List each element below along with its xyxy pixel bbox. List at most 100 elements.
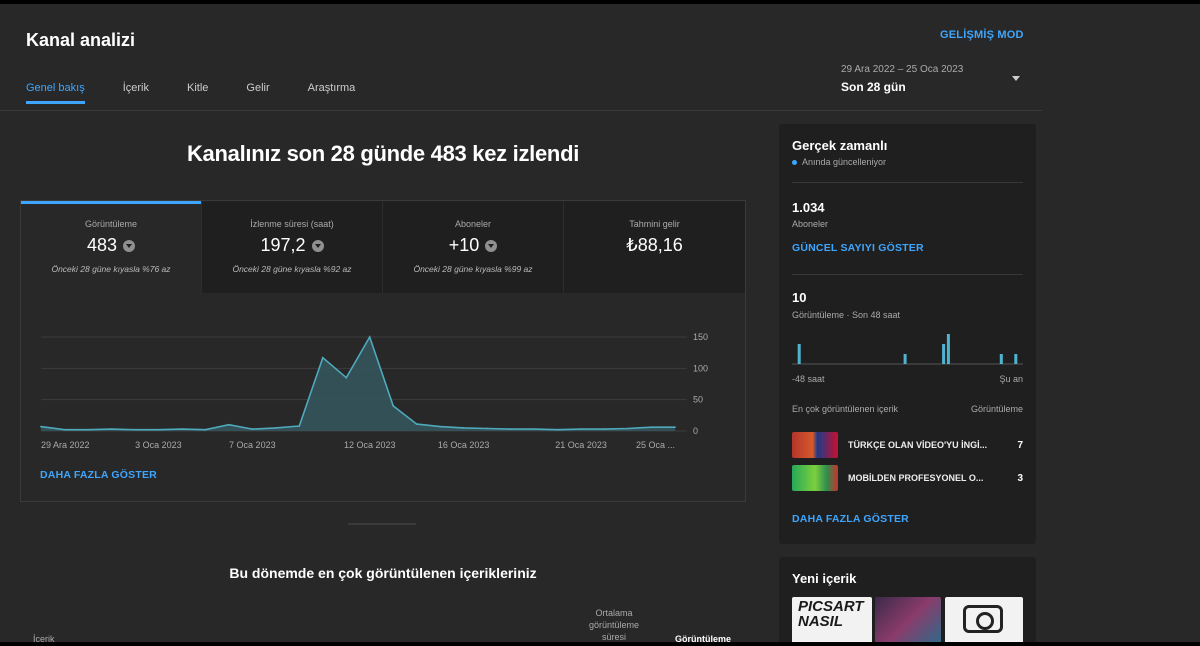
new-video-thumbnail[interactable] [945, 597, 1023, 642]
chart-area-fill [41, 337, 675, 431]
chart-data-point [368, 336, 371, 338]
metric-label: Aboneler [454, 219, 492, 229]
arrow-down-circle-icon [311, 239, 324, 252]
chart-data-point [274, 426, 277, 429]
chart-data-point [321, 356, 324, 359]
chart-x-tick-label: 7 Oca 2023 [229, 440, 276, 450]
metric-value: +10 [383, 235, 563, 256]
divider [792, 274, 1023, 275]
realtime-title: Gerçek zamanlı [792, 138, 888, 153]
spark-bar [999, 354, 1003, 364]
realtime-card: Gerçek zamanlı Anında güncelleniyor 1.03… [779, 124, 1036, 544]
column-header-line: süresi [601, 632, 626, 642]
metric-compare: Önceki 28 güne kıyasla %99 az [413, 264, 533, 274]
arrow-down-circle-icon [123, 239, 136, 252]
chart-data-point [533, 428, 536, 431]
top-content-header-left: En çok görüntülenen içerik [792, 404, 899, 414]
chart-data-point [627, 427, 629, 430]
spark-axis-end: Şu an [999, 374, 1023, 384]
show-current-count-link[interactable]: GÜNCEL SAYIYI GÖSTER [792, 242, 924, 254]
views-chart: 0 50 100 150 29 Ara 2022 3 Oca 2023 7 Oca 2023… [40, 332, 708, 450]
metric-tab-watch-time[interactable]: İzlenme süresi (saat) 197,2 Önceki 28 gü… [202, 201, 383, 293]
column-header-line: Ortalama [595, 608, 633, 618]
chart-data-point [580, 428, 582, 431]
column-header-avg-duration[interactable]: Ortalama görüntüleme süresi [578, 607, 650, 642]
metric-label: Görüntüleme [84, 219, 138, 229]
metric-compare: Önceki 28 güne kıyasla %92 az [232, 264, 352, 274]
metric-tab-views[interactable]: Görüntüleme 483 Önceki 28 güne kıyasla %… [21, 201, 202, 293]
chart-data-point [63, 428, 66, 431]
chart-data-point [674, 426, 676, 429]
realtime-bar-chart [792, 334, 1023, 365]
metric-tab-subscribers[interactable]: Aboneler +10 Önceki 28 güne kıyasla %99 … [383, 201, 564, 293]
chart-x-tick-label: 12 Oca 2023 [344, 440, 396, 450]
chart-x-tick-label: 21 Oca 2023 [555, 440, 607, 450]
side-background [1042, 4, 1200, 642]
realtime-views-count: 10 [792, 290, 807, 305]
tab-content[interactable]: İçerik [123, 82, 149, 104]
chart-data-point [110, 428, 113, 431]
metric-label: Tahmini gelir [629, 219, 680, 229]
chart-data-point [40, 425, 42, 428]
chart-data-point [439, 425, 442, 428]
video-views: 7 [1017, 439, 1023, 451]
realtime-subtitle: Anında güncelleniyor [792, 157, 886, 167]
chart-data-point [392, 405, 395, 407]
chart-data-point [298, 425, 301, 427]
tab-overview[interactable]: Genel bakış [26, 82, 85, 104]
metric-value: ₺88,16 [564, 235, 745, 256]
chart-data-point [415, 423, 418, 426]
chart-data-point [134, 428, 136, 431]
chart-data-point [251, 428, 254, 431]
chart-data-point [650, 426, 653, 429]
video-title: TÜRKÇE OLAN VİDEO'YU İNGİ... [848, 440, 988, 450]
chart-data-point [345, 376, 348, 379]
show-more-link[interactable]: DAHA FAZLA GÖSTER [40, 469, 157, 481]
spark-axis-start: -48 saat [792, 374, 825, 384]
chart-data-point [603, 428, 606, 431]
spark-bar [797, 344, 801, 364]
spark-bar [1014, 354, 1018, 364]
column-header-content: İçerik [33, 634, 55, 642]
metric-value-text: ₺88,16 [626, 235, 683, 255]
new-video-thumbnail[interactable] [875, 597, 941, 642]
tab-revenue[interactable]: Gelir [246, 82, 269, 104]
show-more-link[interactable]: DAHA FAZLA GÖSTER [792, 513, 909, 525]
metric-value-text: 483 [86, 235, 118, 255]
chart-data-point [486, 427, 489, 430]
top-content-item[interactable]: MOBİLDEN PROFESYONEL O... 3 [792, 465, 1023, 491]
chart-x-tick-label: 25 Oca ... [636, 440, 675, 450]
top-content-item[interactable]: TÜRKÇE OLAN VİDEO'YU İNGİ... 7 [792, 432, 1023, 458]
tab-research[interactable]: Araştırma [308, 82, 356, 104]
tab-bar: Genel bakış İçerik Kitle Gelir Araştırma [26, 82, 393, 104]
spark-bar [942, 344, 946, 364]
top-content-header-right: Görüntüleme [970, 404, 1023, 414]
thumbnail-text: PICSART NASIL [798, 598, 864, 630]
chart-data-point [556, 428, 559, 431]
chart-data-point [180, 428, 183, 431]
column-header-views[interactable]: Görüntüleme [675, 634, 731, 642]
new-video-thumbnail[interactable]: PICSART NASIL [792, 597, 872, 642]
top-content-header: En çok görüntülenen içerik Görüntüleme [792, 404, 1023, 414]
chart-data-point [204, 428, 207, 431]
analytics-app: Kanal analizi GELİŞMİŞ MOD Genel bakış İ… [0, 4, 1200, 642]
tab-audience[interactable]: Kitle [187, 82, 208, 104]
page-title: Kanal analizi [26, 30, 136, 50]
column-header-line: görüntüleme [588, 620, 640, 630]
advanced-mode-button[interactable]: GELİŞMİŞ MOD [940, 29, 1024, 41]
new-content-card: Yeni içerik PICSART NASIL [779, 557, 1036, 642]
overview-card: Görüntüleme 483 Önceki 28 güne kıyasla %… [20, 200, 746, 502]
video-thumbnail [792, 432, 838, 458]
metric-tabs: Görüntüleme 483 Önceki 28 güne kıyasla %… [21, 201, 745, 293]
overview-main: Kanalınız son 28 günde 483 kez izlendi G… [0, 111, 766, 642]
metric-tab-revenue[interactable]: Tahmini gelir ₺88,16 [564, 201, 745, 293]
date-range-picker[interactable]: 29 Ara 2022 – 25 Oca 2023 Son 28 gün [841, 64, 1026, 100]
metric-compare: Önceki 28 güne kıyasla %76 az [51, 264, 171, 274]
divider [792, 182, 1023, 183]
live-dot-icon [792, 159, 797, 165]
metric-value: 483 [21, 235, 201, 256]
metric-value: 197,2 [202, 235, 382, 256]
camera-icon [963, 605, 1003, 633]
metric-value-text: 197,2 [260, 235, 306, 255]
metric-value-text: +10 [448, 235, 480, 255]
